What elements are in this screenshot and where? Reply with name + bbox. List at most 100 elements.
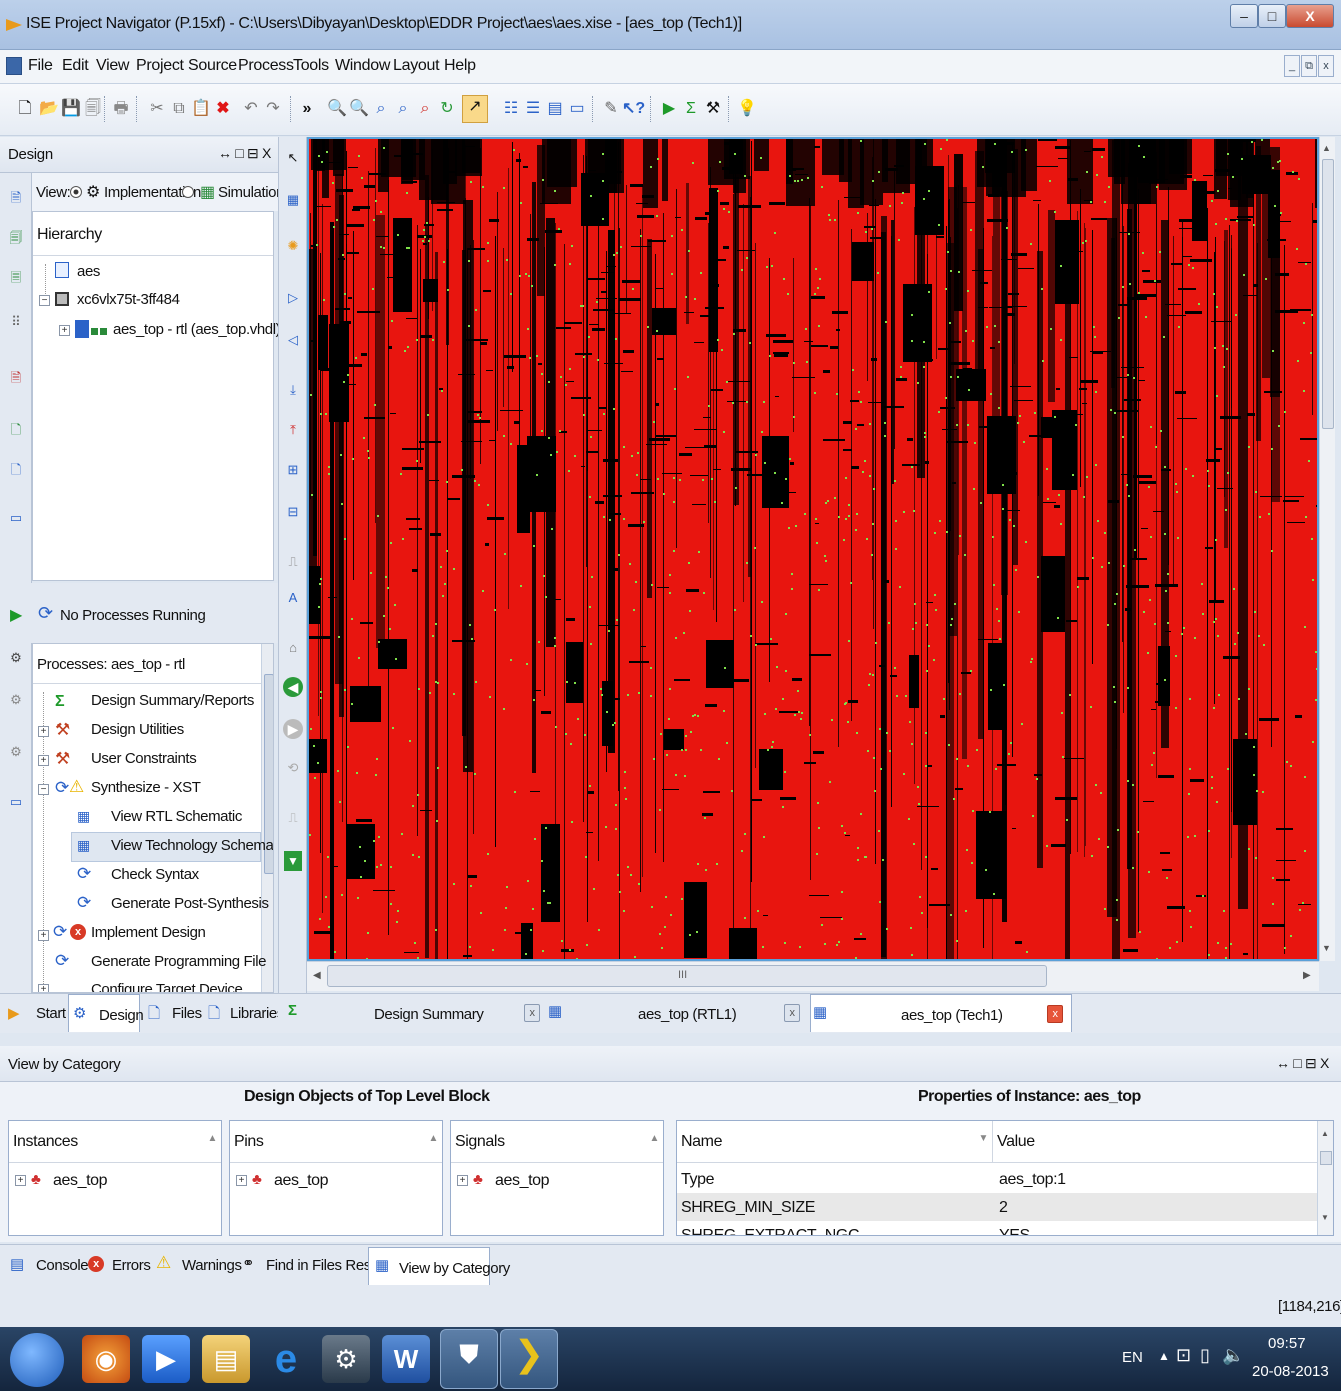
scroll-left-arrow-icon[interactable]: ◀ — [313, 970, 321, 981]
clock-date[interactable]: 20-08-2013 — [1252, 1363, 1329, 1380]
push-into-icon[interactable]: ⤓ — [284, 381, 302, 399]
close-button[interactable]: X — [1286, 4, 1334, 28]
print-icon[interactable]: 🖶 — [110, 98, 132, 120]
toolbar-overflow-icon[interactable]: » — [296, 98, 318, 120]
menu-process[interactable]: Process — [238, 57, 294, 75]
open-source-icon[interactable]: 🗋 — [7, 421, 25, 439]
tab-files[interactable]: 🗋 Files — [146, 994, 202, 1032]
redo-icon[interactable]: ↷ — [262, 98, 284, 120]
new-source-icon[interactable]: 🗏 — [7, 269, 25, 287]
go-back-icon[interactable]: ◀ — [283, 677, 303, 697]
window-view-icon[interactable]: ▭ — [566, 98, 588, 120]
process-window-icon[interactable]: ▭ — [7, 793, 25, 811]
history-icon[interactable]: ⟲ — [284, 759, 302, 777]
clock-time[interactable]: 09:57 — [1268, 1335, 1306, 1352]
undo-icon[interactable]: ↶ — [240, 98, 262, 120]
zoom-full-icon[interactable]: ⌕ — [370, 98, 392, 120]
zoom-selection-icon[interactable]: ⌕ — [392, 98, 414, 120]
mdi-restore-button[interactable]: ⧉ — [1301, 55, 1317, 77]
tab-find-in-files[interactable]: ⚭ Find in Files Results — [240, 1247, 393, 1285]
process-scrollbar[interactable] — [261, 644, 273, 992]
pin-item[interactable]: aes_top — [274, 1172, 329, 1190]
table-row[interactable]: SHREG_MIN_SIZE 2 — [677, 1193, 1317, 1221]
process-item[interactable]: Check Syntax — [111, 866, 199, 883]
process-item[interactable]: User Constraints — [91, 750, 197, 767]
properties-icon[interactable]: 🗋 — [7, 461, 25, 479]
expand-icon[interactable]: + — [15, 1175, 26, 1186]
simulation-label[interactable]: Simulation — [218, 184, 284, 201]
list-view-icon[interactable]: ☰ — [522, 98, 544, 120]
zoom-in-icon[interactable]: 🔍 — [326, 98, 348, 120]
scroll-down-arrow-icon[interactable]: ▼ — [1321, 1213, 1329, 1222]
probe-icon[interactable]: ⚒ — [702, 98, 724, 120]
process-rerun-icon[interactable]: ⚙ — [7, 691, 25, 709]
pointer-icon[interactable]: ↖ — [284, 149, 302, 167]
menu-tools[interactable]: Tools — [293, 57, 329, 75]
pop-out-icon[interactable]: ⤒ — [284, 421, 302, 439]
expand-icon[interactable]: + — [38, 755, 49, 766]
language-indicator[interactable]: EN — [1122, 1349, 1143, 1366]
simulation-radio[interactable] — [182, 186, 194, 198]
process-item[interactable]: Design Summary/Reports — [91, 692, 254, 709]
scroll-down-arrow-icon[interactable]: ▼ — [1322, 943, 1331, 953]
expand-inputs-icon[interactable]: ⊞ — [284, 461, 302, 479]
process-properties-icon[interactable]: ⚙ — [7, 649, 25, 667]
zoom-out-icon[interactable]: 🔍 — [348, 98, 370, 120]
expand-icon[interactable]: + — [59, 325, 70, 336]
copy-icon[interactable]: ⧉ — [168, 98, 190, 120]
highlight-icon[interactable]: ⌂ — [284, 639, 302, 657]
panel-window-controls[interactable]: ↔ □ ⊟ X — [1276, 1055, 1329, 1072]
process-item[interactable]: Synthesize - XST — [91, 779, 201, 796]
tab-rtl-schematic[interactable]: ▦ aes_top (RTL1) x — [546, 994, 808, 1032]
media-player-icon[interactable]: ▶ — [142, 1335, 190, 1383]
start-button[interactable] — [10, 1333, 64, 1387]
select-tool-icon[interactable]: ↗ — [462, 95, 488, 123]
menu-help[interactable]: Help — [444, 57, 476, 75]
fpga-editor-icon[interactable]: ⚙ — [322, 1335, 370, 1383]
properties-scroll-thumb[interactable] — [1320, 1151, 1332, 1165]
go-forward-icon[interactable]: ▶ — [283, 719, 303, 739]
ise-taskbar-icon[interactable]: ❯ — [500, 1329, 558, 1389]
cut-icon[interactable]: ✂ — [146, 98, 168, 120]
menu-window[interactable]: Window — [335, 57, 390, 75]
edit-constraints-icon[interactable]: ✎ — [600, 98, 622, 120]
netlist-icon[interactable]: ⎍ — [284, 809, 302, 827]
menu-project[interactable]: Project — [136, 57, 184, 75]
minimize-button[interactable]: – — [1230, 4, 1258, 28]
show-hidden-icons-icon[interactable]: ▲ — [1158, 1349, 1170, 1363]
name-column-header[interactable]: Name ▼ — [677, 1121, 993, 1163]
add-instance-icon[interactable]: ▦ — [284, 191, 302, 209]
save-icon[interactable]: 💾 — [60, 98, 82, 120]
menu-file[interactable]: File — [28, 57, 53, 75]
canvas-vertical-thumb[interactable] — [1322, 159, 1334, 429]
tab-errors[interactable]: x Errors — [84, 1247, 151, 1285]
panel-view-icon[interactable]: ▤ — [544, 98, 566, 120]
expand-icon[interactable]: + — [236, 1175, 247, 1186]
close-tab-button[interactable]: x — [784, 1004, 800, 1022]
close-tab-button[interactable]: x — [1047, 1005, 1063, 1023]
scroll-up-arrow-icon[interactable]: ▲ — [1322, 143, 1331, 153]
process-item-selected[interactable]: View Technology Schematic — [111, 837, 273, 854]
whats-this-help-icon[interactable]: ↖? — [622, 98, 645, 120]
mdi-close-button[interactable]: x — [1318, 55, 1334, 77]
zoom-to-icon[interactable]: ▼ — [284, 851, 302, 871]
refresh-view-icon[interactable]: ↻ — [436, 98, 458, 120]
save-all-icon[interactable]: 🗐 — [82, 98, 104, 120]
battery-icon[interactable]: ▯ — [1200, 1345, 1210, 1366]
tab-design-summary[interactable]: Σ Design Summary x — [282, 994, 544, 1032]
forward-icon[interactable]: ▷ — [284, 289, 302, 307]
tab-console[interactable]: ▤ Console — [6, 1247, 89, 1285]
run-icon[interactable]: ▶ — [658, 98, 680, 120]
process-item[interactable]: Design Utilities — [91, 721, 184, 738]
file-explorer-icon[interactable]: ▤ — [202, 1335, 250, 1383]
tab-view-by-category[interactable]: ▦ View by Category — [368, 1247, 510, 1285]
expand-icon[interactable]: + — [38, 930, 49, 941]
signal-item[interactable]: aes_top — [495, 1172, 550, 1190]
instance-item[interactable]: aes_top — [53, 1172, 108, 1190]
wire-icon[interactable]: ✺ — [284, 237, 302, 255]
panel-window-controls[interactable]: ↔ □ ⊟ X — [218, 145, 271, 162]
properties-scrollbar[interactable]: ▲ ▼ — [1317, 1121, 1333, 1235]
hierarchy-icon[interactable]: ⠿ — [7, 313, 25, 331]
document-icon[interactable] — [6, 57, 22, 75]
canvas-horizontal-thumb[interactable]: III — [327, 965, 1047, 987]
